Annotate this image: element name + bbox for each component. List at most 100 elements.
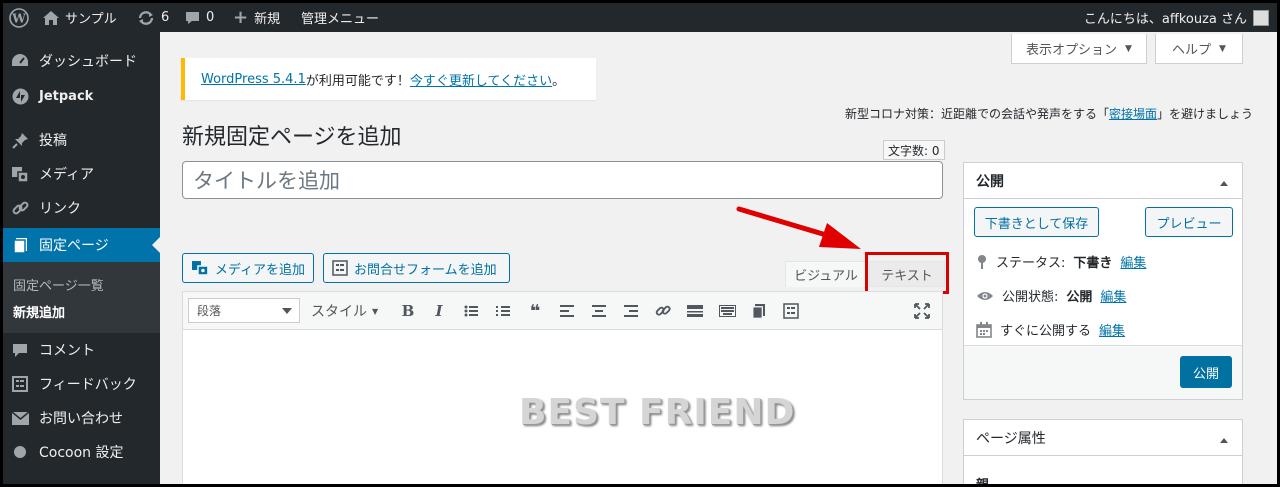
wordpress-logo-icon[interactable]: W	[9, 3, 29, 32]
publish-box-header[interactable]: 公開	[964, 163, 1242, 199]
status-row: ステータス: 下書き 編集	[976, 252, 1146, 271]
site-name-link[interactable]: サンプル	[43, 3, 117, 32]
corona-suffix: 」を避けましょう	[1156, 107, 1253, 121]
pages-icon	[752, 303, 765, 319]
my-account-link[interactable]: こんにちは、affkouza さん	[1084, 3, 1269, 32]
plus-icon: +	[233, 7, 249, 28]
form-insert-button[interactable]	[780, 301, 802, 321]
copy-button[interactable]	[748, 301, 770, 321]
home-icon	[43, 10, 59, 25]
visibility-row: 公開状態: 公開 編集	[976, 286, 1126, 305]
title-input[interactable]: タイトルを追加	[182, 161, 943, 199]
new-label: 新規	[254, 12, 281, 27]
publish-box-title: 公開	[976, 173, 1004, 190]
sidebar-item-label: フィードバック	[39, 377, 137, 393]
bullet-list-icon	[464, 305, 478, 317]
publish-button[interactable]: 公開	[1180, 356, 1232, 388]
sidebar-item-contact[interactable]: お問い合わせ	[3, 401, 160, 435]
page-attributes-header[interactable]: ページ属性	[964, 420, 1242, 456]
editor-toolbar: 段落 スタイル ▼ B I ❝	[183, 292, 942, 330]
numbered-list-icon	[496, 306, 510, 316]
admin-bar: W サンプル 6 0 + 新規 管理メニュー こんにちは、affkouza さん	[3, 3, 1277, 32]
toolbar-toggle-button[interactable]	[716, 301, 738, 321]
corona-link[interactable]: 密接場面	[1109, 107, 1157, 121]
notice-text: が利用可能です！	[305, 73, 410, 89]
pages-submenu: 固定ページ一覧 新規追加	[3, 262, 160, 333]
sidebar-item-dashboard[interactable]: ダッシュボード	[3, 44, 160, 78]
add-form-button[interactable]: お問合せフォームを追加	[323, 253, 510, 283]
save-draft-button[interactable]: 下書きとして保存	[974, 207, 1099, 237]
screen-options-button[interactable]: 表示オプション ▼	[1011, 34, 1147, 64]
sidebar-item-jetpack[interactable]: Jetpack	[3, 79, 160, 113]
sidebar-item-comments[interactable]: コメント	[3, 333, 160, 367]
edit-status-link[interactable]: 編集	[1120, 252, 1146, 271]
visibility-label: 公開状態:	[1002, 290, 1059, 305]
quote-icon: ❝	[529, 300, 541, 322]
bullet-list-button[interactable]	[460, 301, 482, 321]
caret-down-icon: ▼	[1219, 43, 1226, 54]
format-select[interactable]: 段落	[188, 298, 300, 323]
form-icon	[332, 260, 348, 276]
update-notice: WordPress 5.4.1 が利用可能です！ 今すぐ更新してください 。	[181, 58, 596, 100]
update-now-link[interactable]: 今すぐ更新してください	[410, 70, 552, 89]
form-icon	[783, 303, 799, 319]
schedule-row: すぐに公開する 編集	[976, 320, 1125, 339]
updates-icon	[138, 10, 154, 25]
visibility-value: 公開	[1066, 290, 1093, 305]
read-more-button[interactable]	[684, 301, 706, 321]
sidebar-item-label: コメント	[39, 343, 95, 359]
status-label: ステータス:	[996, 256, 1066, 271]
content-editor[interactable]: 段落 スタイル ▼ B I ❝ BEST FRIEND	[182, 291, 943, 484]
edit-schedule-link[interactable]: 編集	[1099, 320, 1125, 339]
edit-visibility-link[interactable]: 編集	[1100, 286, 1126, 305]
comments-count: 0	[206, 10, 215, 25]
new-content-link[interactable]: + 新規	[233, 3, 280, 32]
status-value: 下書き	[1073, 256, 1113, 271]
sidebar-item-pages[interactable]: 固定ページ	[3, 228, 160, 262]
title-placeholder: タイトルを追加	[193, 169, 340, 193]
wordpress-version-link[interactable]: WordPress 5.4.1	[201, 72, 306, 87]
sidebar-item-cocoon[interactable]: Cocoon 設定	[3, 435, 160, 469]
sidebar-item-feedback[interactable]: フィードバック	[3, 367, 160, 401]
italic-button[interactable]: I	[428, 301, 450, 321]
blockquote-button[interactable]: ❝	[524, 300, 546, 322]
submenu-item-add-new[interactable]: 新規追加	[13, 302, 65, 321]
collapse-icon[interactable]	[1220, 434, 1228, 443]
sidebar-item-media[interactable]: メディア	[3, 157, 160, 191]
fullscreen-icon	[914, 303, 930, 319]
align-left-icon	[560, 305, 574, 317]
admin-menu-link[interactable]: 管理メニュー	[301, 3, 379, 32]
align-left-button[interactable]	[556, 301, 578, 321]
insert-link-button[interactable]	[652, 301, 674, 321]
add-media-button[interactable]: メディアを追加	[182, 253, 314, 283]
submenu-item-all-pages[interactable]: 固定ページ一覧	[13, 275, 104, 294]
tab-visual[interactable]: ビジュアル	[785, 261, 867, 287]
page-attributes-box: ページ属性 親	[963, 419, 1243, 484]
mail-icon	[5, 411, 35, 425]
collapse-icon[interactable]	[1220, 177, 1228, 186]
notice-end: 。	[552, 73, 566, 89]
word-count: 文字数: 0	[883, 140, 945, 160]
align-right-button[interactable]	[620, 301, 642, 321]
pin-icon	[978, 254, 986, 269]
style-label: スタイル	[311, 304, 367, 320]
help-button[interactable]: ヘルプ ▼	[1155, 34, 1243, 64]
caret-down-icon: ▼	[372, 306, 379, 316]
bold-button[interactable]: B	[397, 301, 419, 321]
add-media-label: メディアを追加	[214, 262, 305, 278]
style-dropdown[interactable]: スタイル ▼	[311, 301, 378, 321]
comments-link[interactable]: 0	[185, 3, 214, 32]
admin-sidebar: ダッシュボード Jetpack 投稿 メディア リンク 固定ページ 固定ページ一…	[3, 32, 160, 484]
updates-link[interactable]: 6	[137, 3, 169, 32]
preview-button[interactable]: プレビュー	[1145, 207, 1233, 237]
link-icon	[655, 305, 671, 316]
wordpress-admin-window: W サンプル 6 0 + 新規 管理メニュー こんにちは、affkouza さん	[3, 3, 1277, 484]
comment-bubble-icon	[186, 11, 199, 24]
sidebar-item-posts[interactable]: 投稿	[3, 123, 160, 157]
sidebar-item-label: メディア	[39, 167, 95, 183]
align-center-button[interactable]	[588, 301, 610, 321]
publish-box: 公開 下書きとして保存 プレビュー ステータス: 下書き 編集 公開状態: 公開…	[963, 162, 1243, 400]
sidebar-item-links[interactable]: リンク	[3, 191, 160, 225]
numbered-list-button[interactable]	[492, 301, 514, 321]
fullscreen-button[interactable]	[911, 301, 933, 321]
